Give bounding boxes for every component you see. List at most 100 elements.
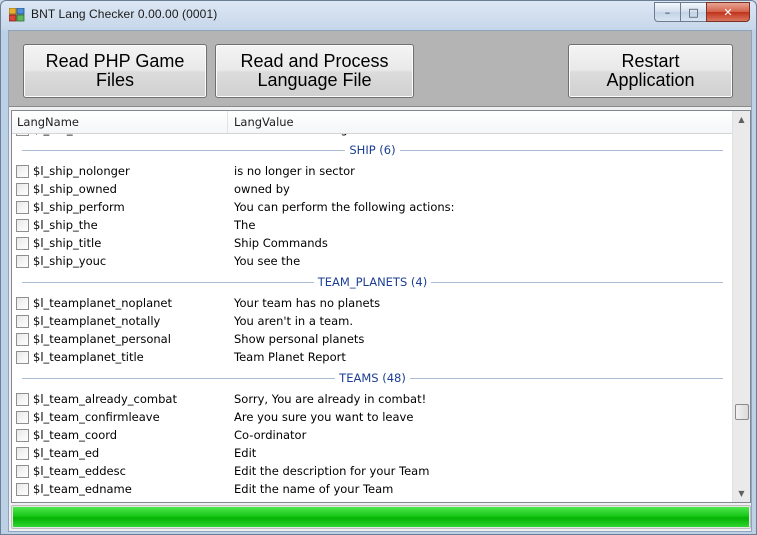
item-langname: $l_teamplanet_personal: [33, 332, 171, 346]
item-langname: $l_team_edname: [33, 482, 132, 496]
list-column-header: LangName LangValue: [12, 111, 733, 134]
item-checkbox[interactable]: [16, 465, 29, 478]
list-item[interactable]: $l_teamplanet_title Team Planet Report: [12, 348, 733, 366]
title-bar[interactable]: BNT Lang Checker 0.00.00 (0001) – □ ✕: [1, 1, 756, 29]
vertical-scrollbar[interactable]: ▲ ▼: [732, 111, 750, 502]
item-langname: $l_team_confirmleave: [33, 410, 160, 424]
minimize-button[interactable]: –: [654, 2, 680, 22]
column-header-langvalue[interactable]: LangValue: [234, 115, 294, 129]
app-window: BNT Lang Checker 0.00.00 (0001) – □ ✕ Re…: [0, 0, 757, 535]
list-item[interactable]: $l_ship_perform You can perform the follo…: [12, 198, 733, 216]
item-langvalue: You can perform the following actions:: [234, 200, 455, 214]
item-langvalue: Your team has no planets: [234, 296, 381, 310]
caption-buttons: – □ ✕: [654, 2, 750, 22]
list-rows: $l_die_what What was I thinking? SHIP (6) $…: [12, 134, 733, 498]
item-langvalue: Team Planet Report: [234, 350, 346, 364]
item-checkbox[interactable]: [16, 411, 29, 424]
item-langvalue: Edit the name of your Team: [234, 482, 394, 496]
list-item[interactable]: $l_ship_title Ship Commands: [12, 234, 733, 252]
group-title-wrap: TEAMS (48): [12, 371, 733, 385]
item-langname: $l_die_what: [33, 134, 101, 136]
column-header-langname[interactable]: LangName: [17, 115, 79, 129]
item-checkbox[interactable]: [16, 219, 29, 232]
item-checkbox[interactable]: [16, 134, 29, 136]
item-checkbox[interactable]: [16, 351, 29, 364]
list-item[interactable]: $l_team_already_combat Sorry, You are alr…: [12, 390, 733, 408]
list-item[interactable]: $l_team_eddesc Edit the description for y…: [12, 462, 733, 480]
item-langname: $l_ship_perform: [33, 200, 125, 214]
item-langvalue: You see the: [234, 254, 301, 268]
window-title: BNT Lang Checker 0.00.00 (0001): [31, 7, 218, 21]
maximize-button[interactable]: □: [680, 2, 706, 22]
group-header: SHIP (6): [12, 138, 733, 162]
item-checkbox[interactable]: [16, 483, 29, 496]
client-area: Read PHP Game Files Read and Process Lan…: [8, 30, 752, 532]
progress-fill: [13, 507, 749, 527]
list-item[interactable]: $l_team_edname Edit the name of your Team: [12, 480, 733, 498]
item-checkbox[interactable]: [16, 183, 29, 196]
group-title-wrap: TEAM_PLANETS (4): [12, 275, 733, 289]
close-button[interactable]: ✕: [706, 2, 750, 22]
item-langname: $l_team_already_combat: [33, 392, 177, 406]
item-langname: $l_team_coord: [33, 428, 118, 442]
item-langname: $l_ship_youc: [33, 254, 107, 268]
item-checkbox[interactable]: [16, 429, 29, 442]
list-item[interactable]: $l_ship_the The: [12, 216, 733, 234]
column-separator[interactable]: [227, 111, 228, 133]
list-item[interactable]: $l_ship_owned owned by: [12, 180, 733, 198]
item-checkbox[interactable]: [16, 165, 29, 178]
group-header: TEAM_PLANETS (4): [12, 270, 733, 294]
item-langname: $l_teamplanet_notally: [33, 314, 161, 328]
item-checkbox[interactable]: [16, 447, 29, 460]
item-langname: $l_teamplanet_title: [33, 350, 144, 364]
group-title: SHIP (6): [345, 143, 400, 157]
item-langvalue: The: [234, 218, 256, 232]
item-langvalue: owned by: [234, 182, 290, 196]
item-langvalue: Show personal planets: [234, 332, 365, 346]
item-langvalue: is no longer in sector: [234, 164, 355, 178]
scroll-down-arrow-icon[interactable]: ▼: [733, 485, 750, 502]
list-item[interactable]: $l_ship_youc You see the: [12, 252, 733, 270]
scroll-up-arrow-icon[interactable]: ▲: [733, 111, 750, 128]
item-langvalue: Edit the description for your Team: [234, 464, 430, 478]
list-item[interactable]: $l_team_coord Co-ordinator: [12, 426, 733, 444]
item-langvalue: Sorry, You are already in combat!: [234, 392, 427, 406]
item-checkbox[interactable]: [16, 201, 29, 214]
item-langname: $l_ship_the: [33, 218, 98, 232]
item-langname: $l_ship_nolonger: [33, 164, 130, 178]
list-item[interactable]: $l_ship_nolonger is no longer in sector: [12, 162, 733, 180]
list-item[interactable]: $l_teamplanet_noplanet Your team has no p…: [12, 294, 733, 312]
item-checkbox[interactable]: [16, 393, 29, 406]
group-title-wrap: SHIP (6): [12, 143, 733, 157]
list-item[interactable]: $l_teamplanet_notally You aren't in a tea…: [12, 312, 733, 330]
item-checkbox[interactable]: [16, 237, 29, 250]
restart-application-button[interactable]: Restart Application: [568, 44, 733, 98]
read-process-language-file-button[interactable]: Read and Process Language File: [215, 44, 414, 98]
item-langvalue: What was I thinking?: [234, 134, 354, 136]
read-php-game-files-label: Read PHP Game Files: [45, 51, 185, 90]
item-checkbox[interactable]: [16, 297, 29, 310]
item-langname: $l_team_ed: [33, 446, 100, 460]
progress-bar: [11, 505, 751, 529]
list-item[interactable]: $l_team_confirmleave Are you sure you wan…: [12, 408, 733, 426]
list-item[interactable]: $l_team_ed Edit: [12, 444, 733, 462]
item-langname: $l_ship_title: [33, 236, 102, 250]
group-title: TEAMS (48): [335, 371, 410, 385]
item-langvalue: Ship Commands: [234, 236, 328, 250]
app-icon: [9, 8, 25, 22]
restart-application-label: Restart Application: [606, 51, 695, 90]
item-checkbox[interactable]: [16, 255, 29, 268]
group-header: TEAMS (48): [12, 366, 733, 390]
item-checkbox[interactable]: [16, 315, 29, 328]
item-checkbox[interactable]: [16, 333, 29, 346]
item-langname: $l_ship_owned: [33, 182, 117, 196]
group-title: TEAM_PLANETS (4): [313, 275, 432, 289]
item-langvalue: Are you sure you want to leave: [234, 410, 414, 424]
read-php-game-files-button[interactable]: Read PHP Game Files: [23, 44, 207, 98]
list-rows-viewport: $l_die_what What was I thinking? SHIP (6) $…: [12, 134, 733, 502]
lang-list-view[interactable]: LangName LangValue $l_die_what What was I…: [11, 110, 751, 503]
list-item[interactable]: $l_teamplanet_personal Show personal plan…: [12, 330, 733, 348]
scroll-thumb[interactable]: [735, 404, 749, 420]
item-langvalue: Edit: [234, 446, 257, 460]
button-panel: Read PHP Game Files Read and Process Lan…: [9, 31, 751, 107]
